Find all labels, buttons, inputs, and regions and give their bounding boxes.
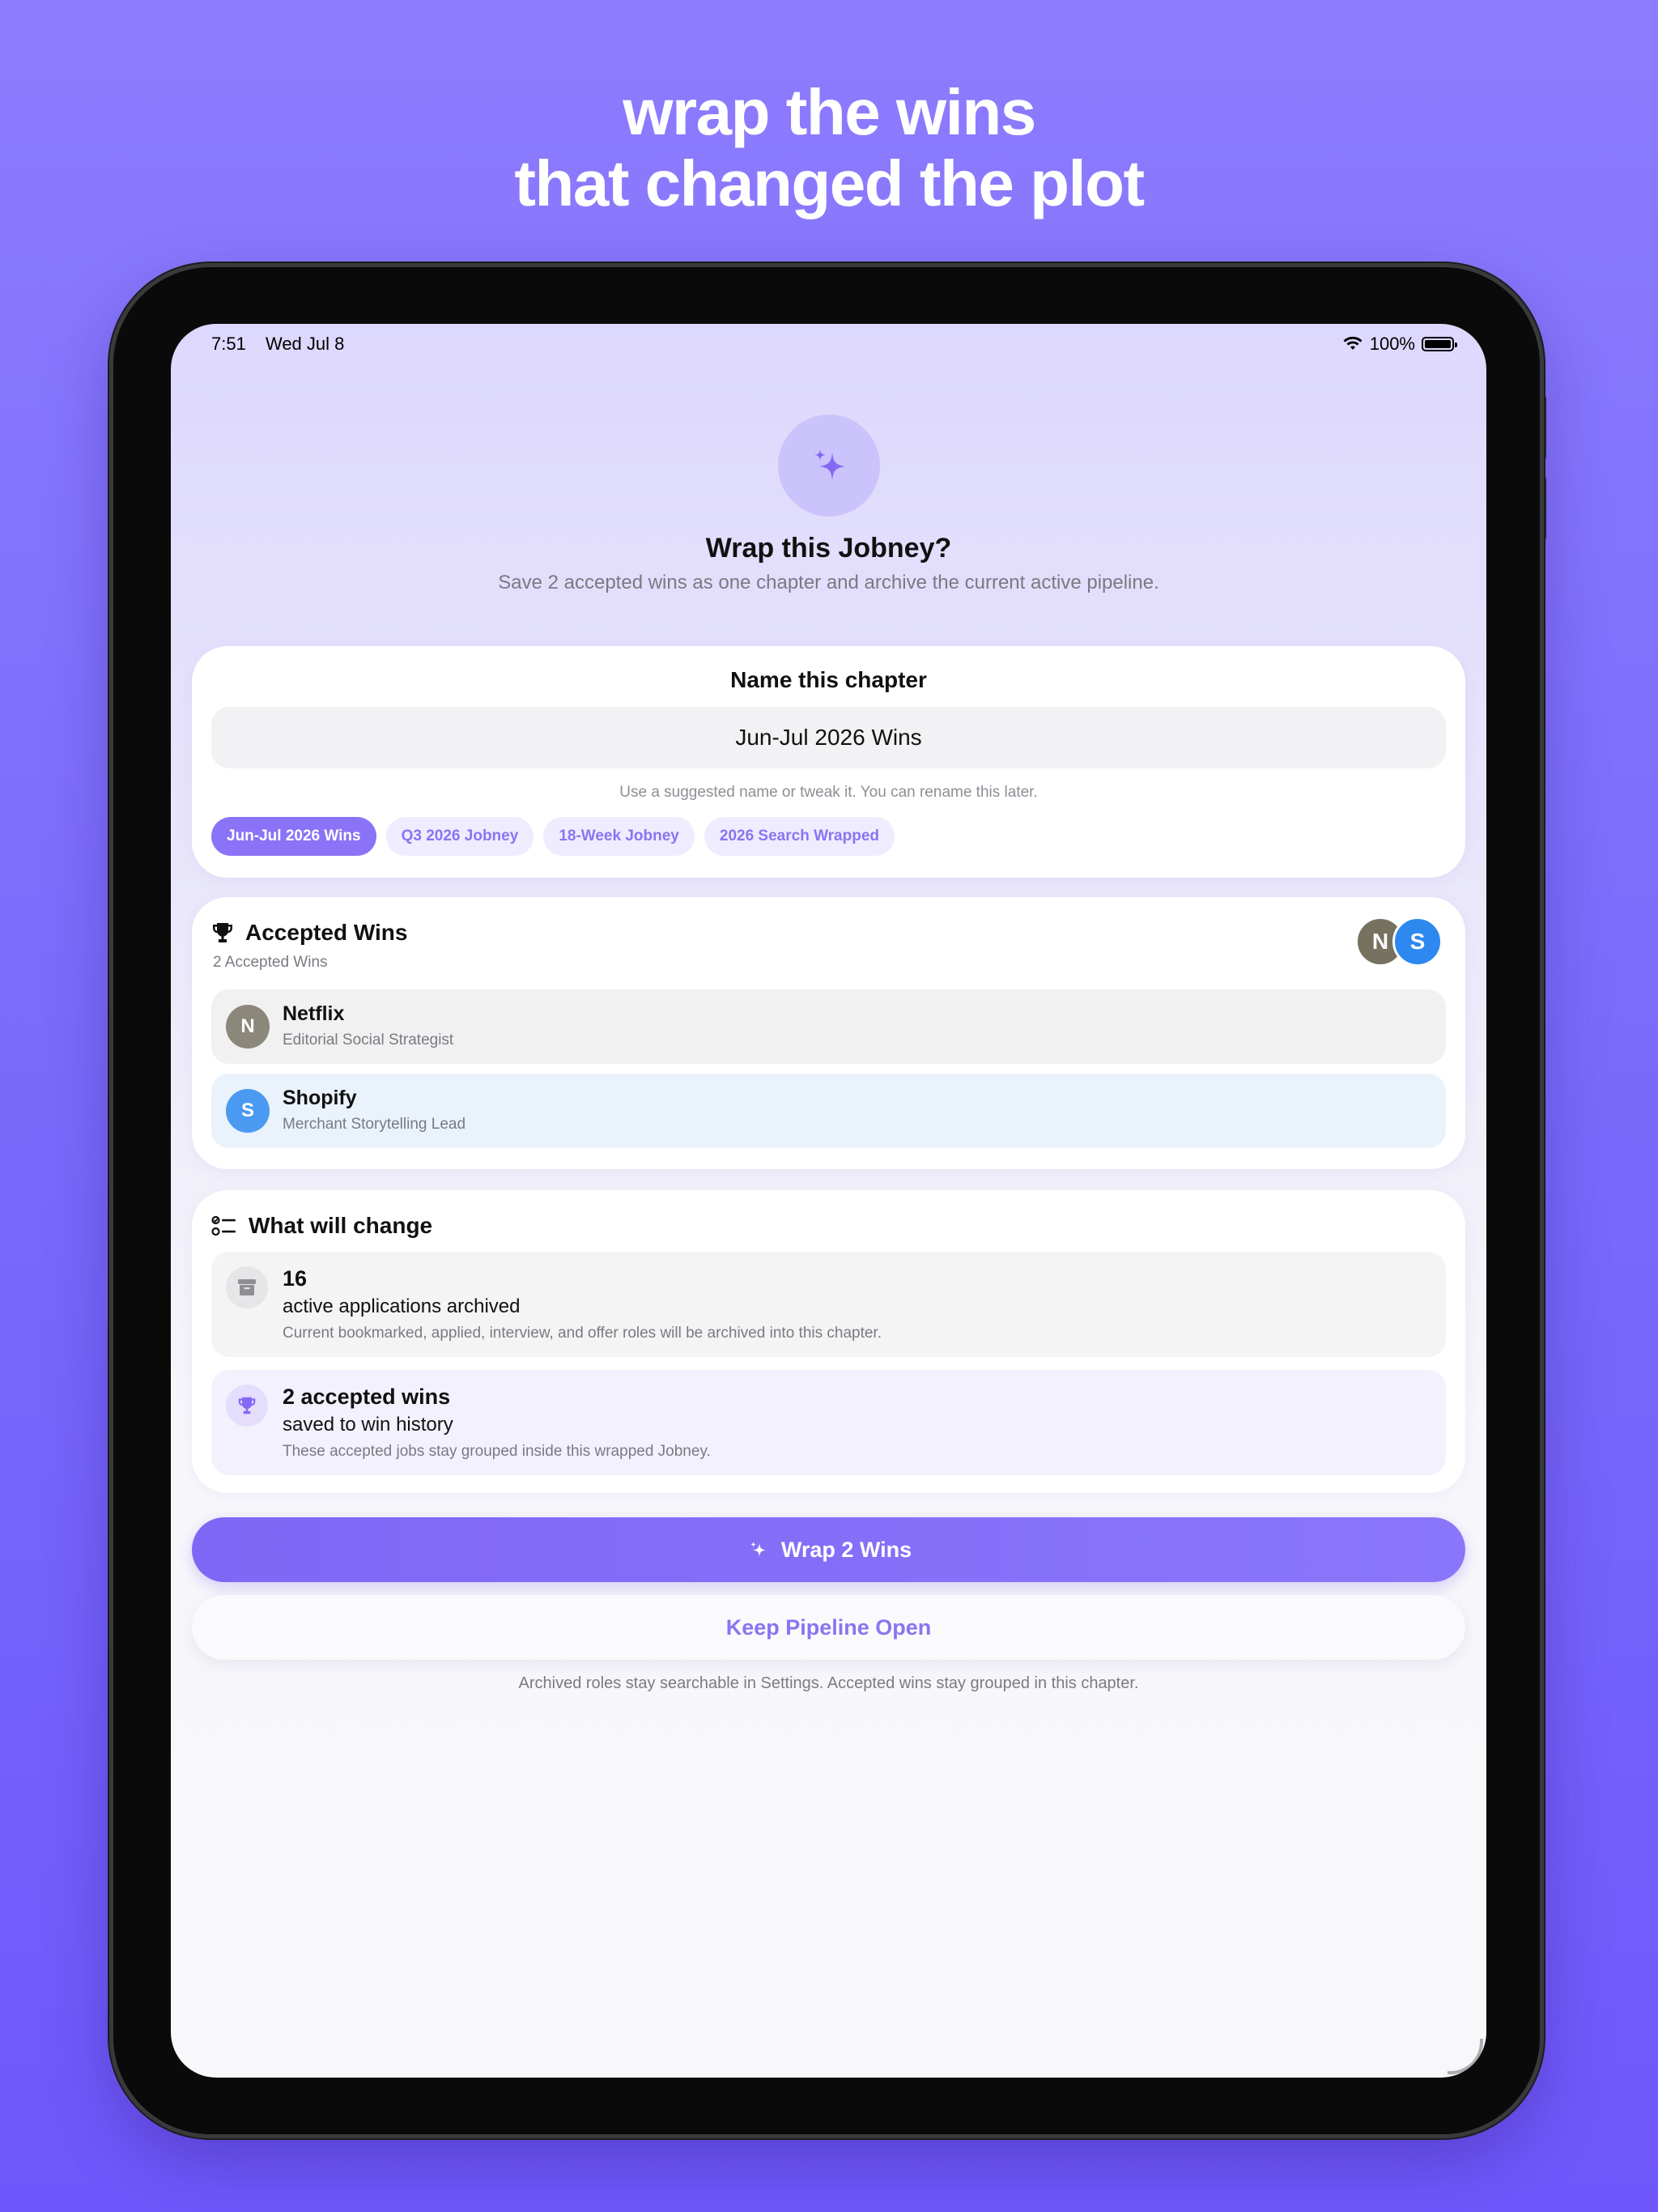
sparkles-icon	[750, 1542, 766, 1557]
changes-title: What will change	[249, 1213, 433, 1238]
status-time: 7:51	[211, 334, 246, 354]
chip-suggestion[interactable]: 2026 Search Wrapped	[704, 817, 895, 856]
avatar-stack: N S	[1355, 917, 1444, 967]
change-label: active applications archived	[283, 1295, 521, 1317]
device-volume-up	[1540, 395, 1546, 460]
name-chapter-title: Name this chapter	[730, 667, 927, 692]
footer-note: Archived roles stay searchable in Settin…	[518, 1674, 1139, 1692]
change-item: 16 active applications archived Current …	[211, 1252, 1446, 1357]
headline-line-1: wrap the wins	[623, 76, 1036, 148]
accepted-wins-header: Accepted Wins	[211, 920, 407, 946]
keep-pipeline-open-button[interactable]: Keep Pipeline Open	[192, 1595, 1465, 1660]
list-item[interactable]: N Netflix Editorial Social Strategist	[211, 989, 1446, 1064]
suggested-names: Jun-Jul 2026 Wins Q3 2026 Jobney 18-Week…	[211, 817, 895, 856]
dialog-title: Wrap this Jobney?	[705, 533, 952, 564]
change-headline: 2 accepted wins	[283, 1385, 451, 1409]
battery-percent: 100%	[1369, 334, 1415, 354]
change-label: saved to win history	[283, 1414, 453, 1436]
role-title: Editorial Social Strategist	[283, 1032, 454, 1049]
change-item: 2 accepted wins saved to win history The…	[211, 1370, 1446, 1475]
accepted-wins-count: 2 Accepted Wins	[213, 954, 328, 971]
change-description: These accepted jobs stay grouped inside …	[283, 1443, 711, 1460]
trophy-icon	[213, 923, 232, 942]
sparkles-icon	[778, 415, 880, 517]
chip-suggestion[interactable]: 18-Week Jobney	[543, 817, 695, 856]
app-screen: 7:51 Wed Jul 8 100% Wrap this Jobney? Sa…	[171, 324, 1486, 2078]
list-item[interactable]: S Shopify Merchant Storytelling Lead	[211, 1074, 1446, 1148]
device-volume-down	[1540, 476, 1546, 541]
battery-icon	[1422, 337, 1457, 351]
status-date: Wed Jul 8	[265, 334, 345, 354]
wrap-wins-button[interactable]: Wrap 2 Wins	[192, 1517, 1465, 1582]
name-chapter-card: Name this chapter Use a suggested name o…	[192, 646, 1465, 878]
accepted-wins-title: Accepted Wins	[245, 920, 408, 945]
changes-card: What will change 16 active applications …	[192, 1190, 1465, 1493]
chip-suggestion-selected[interactable]: Jun-Jul 2026 Wins	[211, 817, 376, 856]
changes-header: What will change	[211, 1213, 432, 1239]
change-description: Current bookmarked, applied, interview, …	[283, 1325, 882, 1342]
company-name: Netflix	[283, 1002, 345, 1025]
checklist-icon	[211, 1215, 236, 1236]
chapter-name-hint: Use a suggested name or tweak it. You ca…	[619, 784, 1038, 801]
wrap-wins-label: Wrap 2 Wins	[780, 1537, 912, 1562]
archive-box-icon	[226, 1266, 268, 1308]
accepted-wins-card: Accepted Wins 2 Accepted Wins N S N Netf…	[192, 897, 1465, 1169]
role-title: Merchant Storytelling Lead	[283, 1116, 466, 1133]
avatar: S	[1392, 917, 1443, 967]
status-bar: 7:51 Wed Jul 8 100%	[203, 334, 1457, 358]
wifi-icon	[1343, 336, 1363, 350]
avatar: S	[226, 1089, 270, 1133]
avatar: N	[226, 1005, 270, 1049]
marketing-headline: wrap the wins that changed the plot	[0, 77, 1658, 219]
change-headline: 16	[283, 1266, 308, 1291]
chip-suggestion[interactable]: Q3 2026 Jobney	[385, 817, 534, 856]
dialog-subtitle: Save 2 accepted wins as one chapter and …	[498, 572, 1159, 593]
trophy-icon	[226, 1385, 268, 1427]
chapter-name-input[interactable]	[211, 707, 1446, 768]
company-name: Shopify	[283, 1087, 357, 1109]
headline-line-2: that changed the plot	[514, 147, 1145, 219]
